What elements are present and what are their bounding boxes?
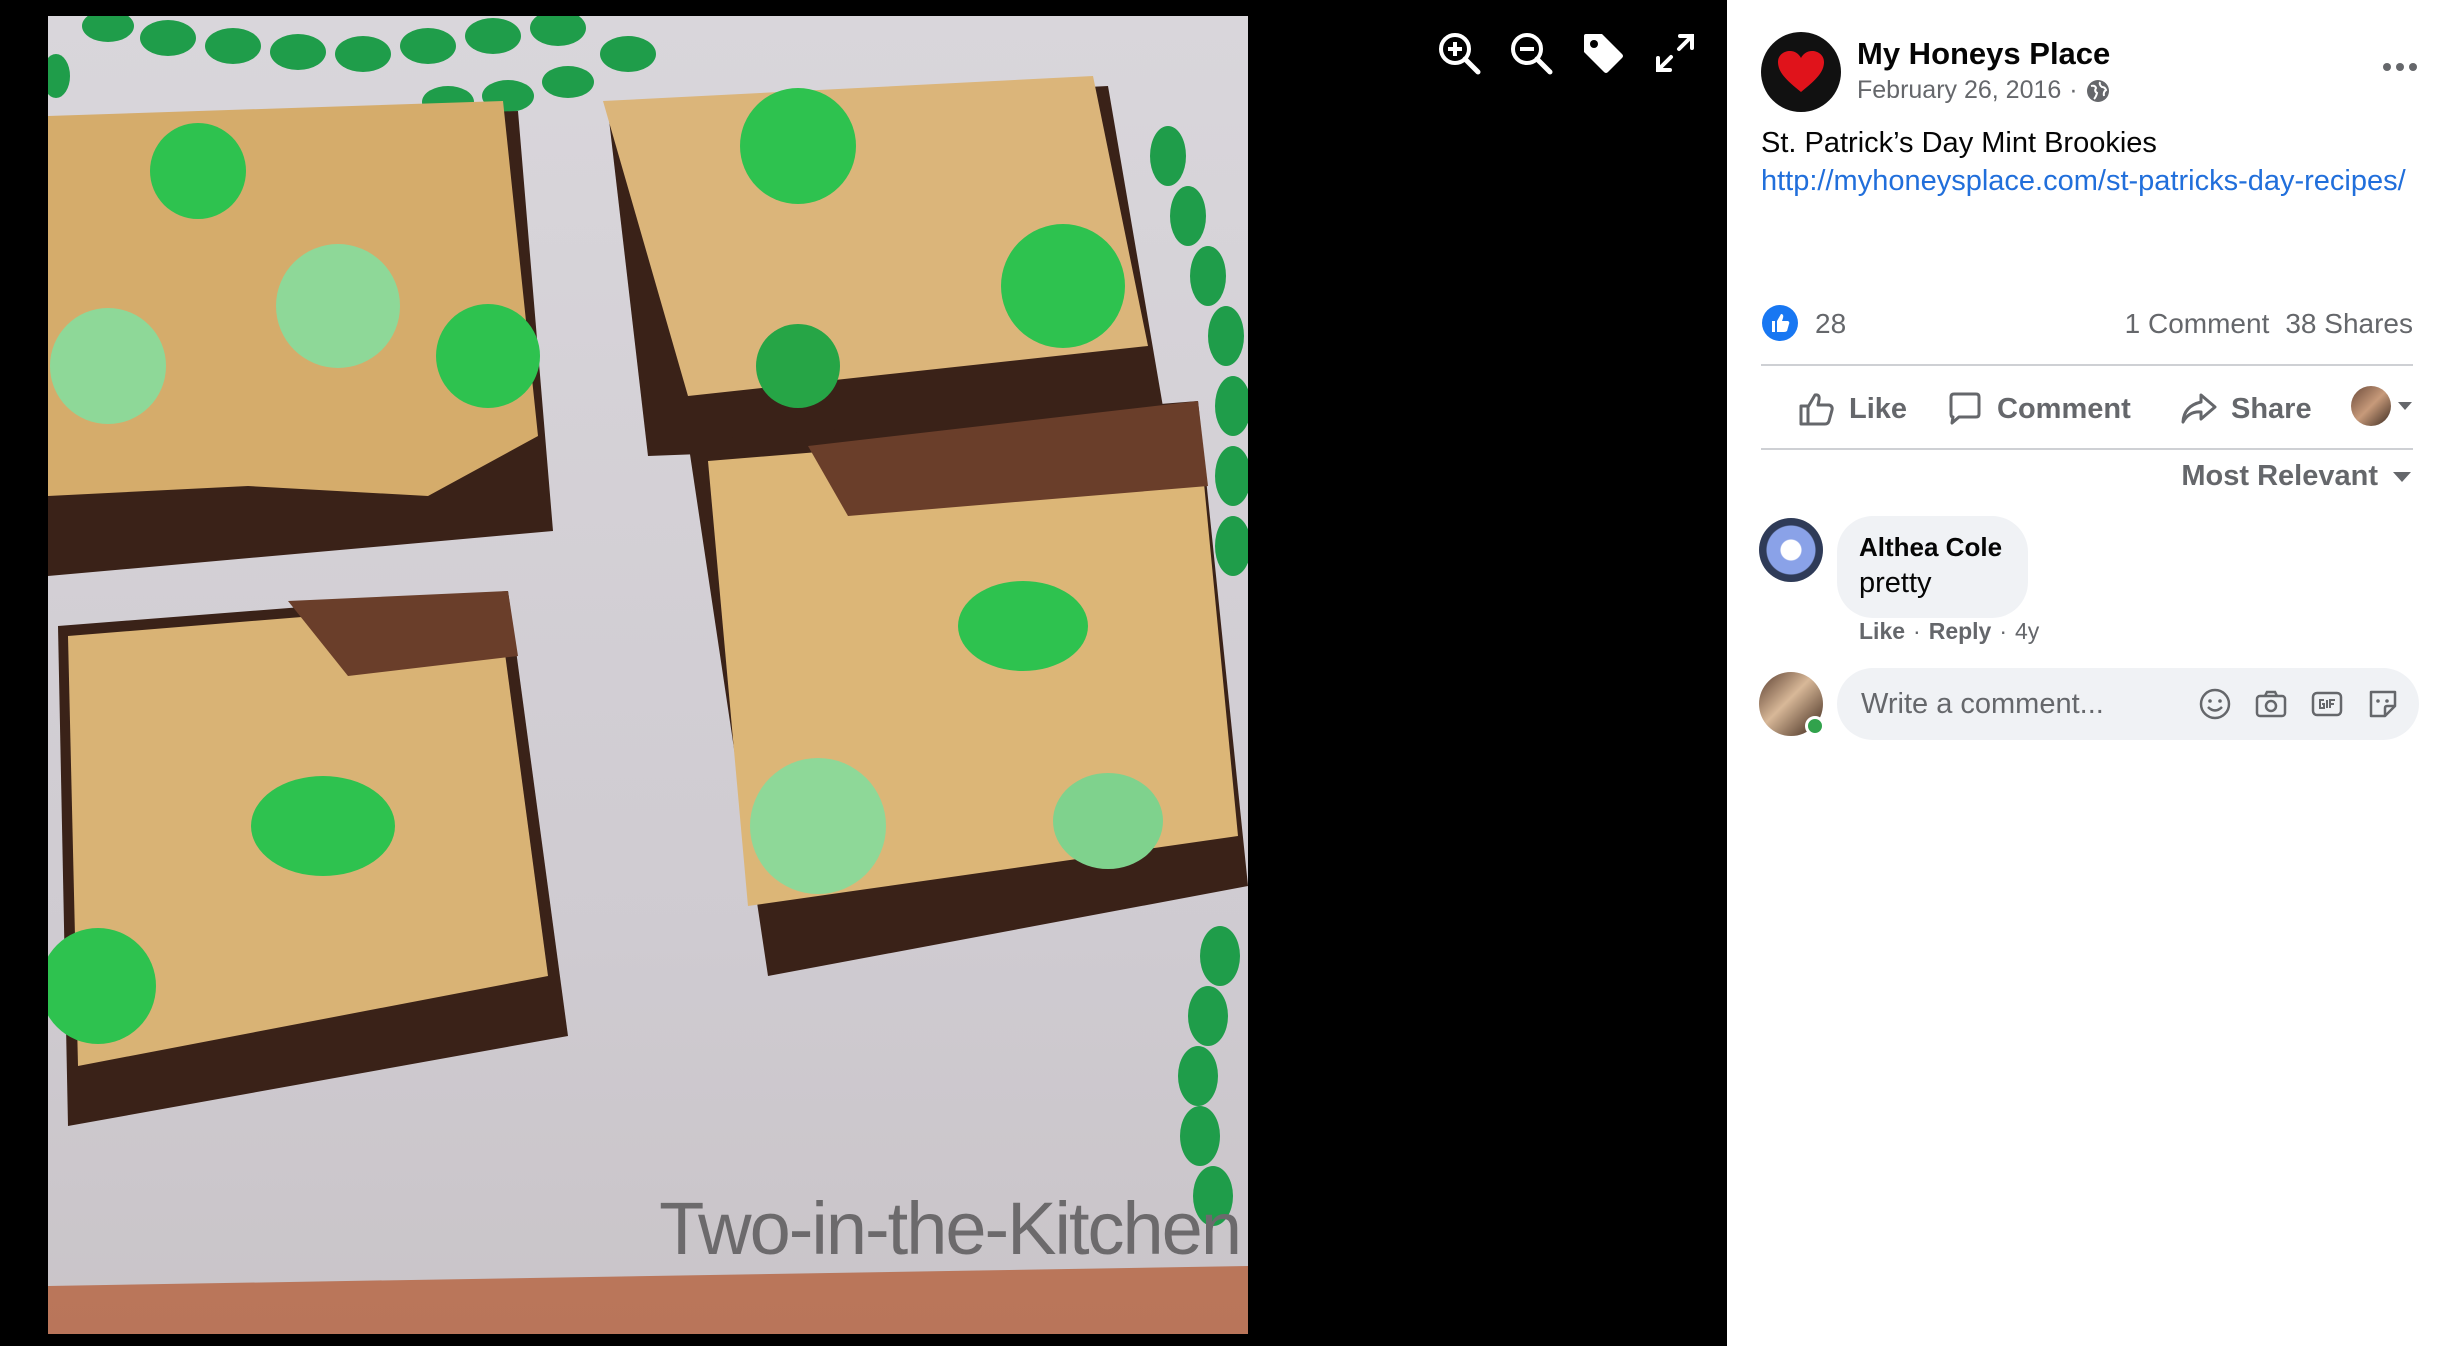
post-actions: Like Comment Share [1761,378,2413,440]
brookie-top-right [603,76,1168,456]
gif-icon [2311,691,2343,717]
tag-photo-button[interactable] [1580,30,1626,76]
separator: · [1913,618,1921,644]
commenter-avatar[interactable] [1759,518,1823,582]
photo-attach-button[interactable] [2253,686,2289,722]
fullscreen-button[interactable] [1652,30,1698,76]
zoom-in-button[interactable] [1436,30,1482,76]
share-button[interactable]: Share [2179,378,2312,440]
comment-composer [1759,668,2419,742]
post-text: St. Patrick’s Day Mint Brookies http://m… [1761,124,2411,200]
online-status-indicator [1805,716,1825,736]
more-options-button[interactable] [2375,50,2425,84]
emoji-icon [2199,688,2231,720]
comment-sort-dropdown[interactable]: Most Relevant [2181,460,2412,493]
reactions-bar: 28 1 Comment 38 Shares [1761,304,2413,344]
profile-avatar [2351,386,2391,426]
divider [1761,448,2413,450]
brookie-bottom-left [48,591,568,1126]
tag-icon [1584,34,1623,73]
post-panel: My Honeys Place February 26, 2016 · St. … [1727,0,2444,1346]
comment-like-link[interactable]: Like [1859,618,1905,645]
comment-as-selector[interactable] [2351,386,2413,426]
like-reaction-icon[interactable] [1761,304,1799,342]
composer-tools [2197,686,2401,722]
emoji-button[interactable] [2197,686,2233,722]
zoom-in-icon [1439,33,1481,75]
post-photo[interactable]: Two-in-the-Kitchen [48,16,1248,1334]
thumbs-up-icon [1799,393,1834,426]
sticker-icon [2369,690,2397,718]
comment-count[interactable]: 1 Comment [2125,308,2270,340]
camera-icon [2255,690,2287,718]
comment-button[interactable]: Comment [1945,378,2131,440]
comment-bubble: Althea Cole pretty [1837,516,2029,618]
reaction-count[interactable]: 28 [1815,308,1846,340]
photo-viewer: Two-in-the-Kitchen [0,0,1727,1346]
comment-actions: Like · Reply · 4y [1859,618,2039,645]
comment-text: pretty [1859,567,1932,599]
brookie-top-left [48,101,553,576]
share-count[interactable]: 38 Shares [2285,308,2413,340]
zoom-out-icon [1511,33,1553,75]
post-meta: February 26, 2016 · [1857,76,2110,105]
fullscreen-icon [1656,34,1694,72]
post-header: My Honeys Place February 26, 2016 · [1761,32,2421,112]
heart-logo-icon [1778,51,1824,92]
caret-down-icon [2393,471,2411,482]
like-label: Like [1849,392,1908,425]
brookie-bottom-right [688,401,1248,976]
viewer-toolbar [1436,30,1698,76]
globe-icon [2086,79,2109,102]
gif-button[interactable] [2309,686,2345,722]
zoom-out-button[interactable] [1508,30,1554,76]
meta-separator: · [2069,76,2078,104]
separator: · [1999,618,2008,644]
post-link[interactable]: http://myhoneysplace.com/st-patricks-day… [1761,162,2411,200]
comment-bubble-icon [1949,392,1981,425]
post-caption: St. Patrick’s Day Mint Brookies [1761,127,2157,159]
divider [1761,364,2413,366]
sticker-button[interactable] [2365,686,2401,722]
caret-down-icon [2398,402,2412,410]
engagement-stats: 1 Comment 38 Shares [2125,308,2413,340]
page-avatar[interactable] [1761,32,1841,112]
sort-label: Most Relevant [2181,460,2378,492]
photo-watermark: Two-in-the-Kitchen [659,1187,1242,1270]
commenter-name[interactable]: Althea Cole [1859,530,2002,564]
like-button[interactable]: Like [1797,378,1907,440]
share-arrow-icon [2181,393,2217,424]
post-date[interactable]: February 26, 2016 [1857,76,2061,105]
photo-illustration [48,16,1248,1334]
share-label: Share [2231,392,2312,425]
more-dots-icon [2383,63,2417,71]
comment-label: Comment [1997,392,2131,425]
page-name-link[interactable]: My Honeys Place [1857,36,2110,72]
comment-time[interactable]: 4y [2015,618,2039,645]
comment-reply-link[interactable]: Reply [1929,618,1992,645]
